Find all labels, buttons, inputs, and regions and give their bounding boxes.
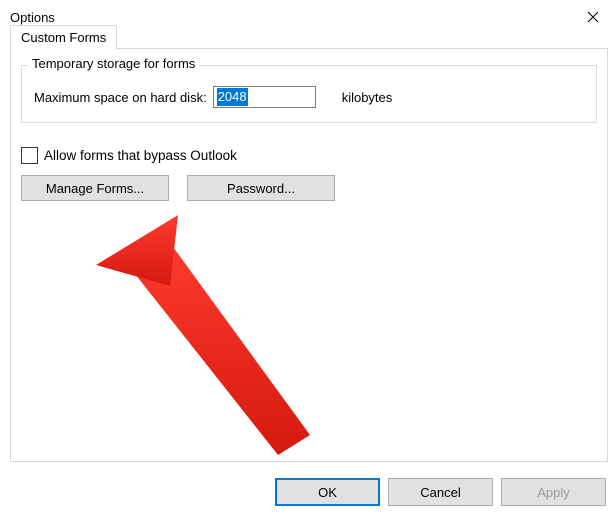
group-temp-storage: Temporary storage for forms Maximum spac… [21, 65, 597, 123]
dialog-footer: OK Cancel Apply [275, 478, 606, 506]
unit-label: kilobytes [342, 90, 393, 105]
allow-bypass-label: Allow forms that bypass Outlook [44, 148, 237, 163]
max-space-value: 2048 [217, 88, 248, 106]
manage-forms-button[interactable]: Manage Forms... [21, 175, 169, 201]
close-icon [587, 11, 599, 23]
max-space-input[interactable]: 2048 [213, 86, 316, 108]
apply-button[interactable]: Apply [501, 478, 606, 506]
dialog-body: Custom Forms Temporary storage for forms… [10, 48, 608, 462]
window-title: Options [10, 10, 55, 25]
tab-custom-forms[interactable]: Custom Forms [10, 25, 117, 50]
ok-button[interactable]: OK [275, 478, 380, 506]
group-legend: Temporary storage for forms [28, 56, 199, 71]
cancel-button[interactable]: Cancel [388, 478, 493, 506]
allow-bypass-checkbox[interactable] [21, 147, 38, 164]
close-button[interactable] [570, 0, 616, 34]
password-button[interactable]: Password... [187, 175, 335, 201]
max-space-label: Maximum space on hard disk: [34, 90, 207, 105]
